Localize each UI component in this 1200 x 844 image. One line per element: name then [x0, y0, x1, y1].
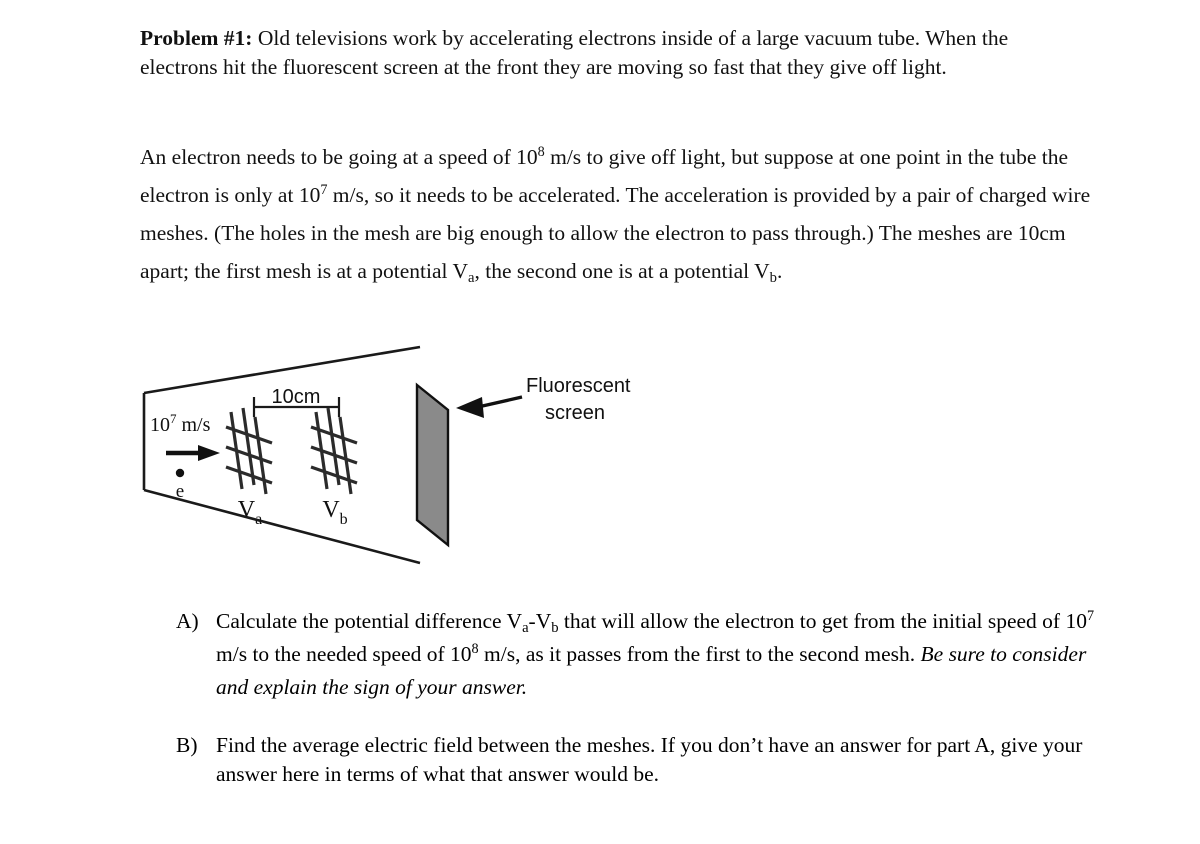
subscript-b: b — [769, 270, 777, 287]
exponent-8: 8 — [537, 144, 545, 161]
qa-exponent-8: 8 — [471, 641, 479, 658]
intro-paragraph: Problem #1: Old televisions work by acce… — [140, 24, 1090, 82]
mesh-a — [225, 407, 273, 495]
question-a-body: Calculate the potential difference Va-Vb… — [216, 605, 1111, 704]
setup-paragraph: An electron needs to be going at a speed… — [140, 138, 1100, 290]
question-b: B) Find the average electric field betwe… — [176, 731, 1106, 789]
qa-text-3: that will allow the electron to get from… — [558, 609, 1087, 633]
setup-text-1: An electron needs to be going at a speed… — [140, 145, 538, 169]
question-b-body: Find the average electric field between … — [216, 731, 1106, 789]
mesh-b-label: Vb — [322, 497, 347, 528]
qa-text-4: m/s to the needed speed of 10 — [216, 642, 472, 666]
velocity-arrow-icon — [166, 445, 220, 461]
question-a-marker: A) — [176, 609, 199, 633]
intro-text: Old televisions work by accelerating ele… — [140, 26, 1009, 79]
question-a: A) Calculate the potential difference Va… — [176, 605, 1111, 704]
qa-text-5: m/s, as it passes from the first to the … — [478, 642, 921, 666]
setup-text-5: . — [776, 259, 783, 283]
qa-subscript-b: b — [551, 620, 559, 637]
question-b-marker: B) — [176, 733, 198, 757]
problem-number-label: Problem #1: — [140, 26, 253, 50]
electron-label: e — [176, 481, 184, 502]
setup-text-4: , the second one is at a potential V — [474, 259, 770, 283]
vacuum-tube-figure: 10cm 107 m/s e Va Vb Fluorescent screen — [130, 335, 690, 585]
qb-text-1: Find the average electric field between … — [216, 733, 1083, 786]
screen-pointer-arrow-icon — [456, 395, 523, 418]
qa-text-2: -V — [528, 609, 552, 633]
distance-label: 10cm — [272, 386, 321, 408]
qa-text-1: Calculate the potential difference V — [216, 609, 523, 633]
screen-label-line2: screen — [545, 402, 605, 424]
problem-page: Problem #1: Old televisions work by acce… — [0, 0, 1200, 844]
mesh-a-label: Va — [238, 497, 262, 528]
qa-exponent-7: 7 — [1086, 608, 1095, 625]
screen-label-line1: Fluorescent — [526, 375, 631, 397]
fluorescent-screen — [415, 382, 450, 548]
electron-dot-icon — [175, 468, 185, 478]
mesh-b — [310, 407, 358, 495]
speed-label: 107 m/s — [150, 411, 211, 436]
